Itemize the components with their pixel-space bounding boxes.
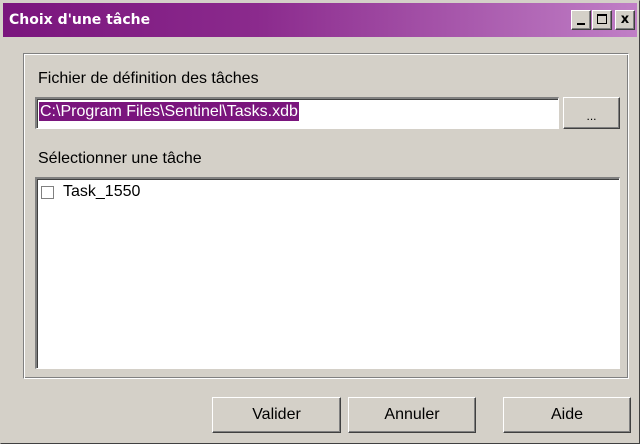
minimize-icon (577, 23, 585, 25)
close-button[interactable]: x (615, 10, 635, 30)
task-checkbox[interactable] (41, 186, 54, 199)
minimize-button[interactable] (571, 10, 591, 30)
annuler-button[interactable]: Annuler (348, 397, 476, 433)
dialog-window: Choix d'une tâche x Fichier de définitio… (0, 0, 640, 444)
file-path-input[interactable]: C:\Program Files\Sentinel\Tasks.xdb (35, 97, 559, 129)
title-bar[interactable]: Choix d'une tâche x (3, 3, 637, 37)
maximize-button[interactable] (592, 10, 612, 30)
task-item-label: Task_1550 (63, 183, 141, 200)
close-icon: x (620, 12, 630, 27)
valider-button[interactable]: Valider (212, 397, 341, 433)
browse-button[interactable]: ... (563, 97, 620, 129)
window-title: Choix d'une tâche (9, 12, 151, 28)
task-listbox[interactable]: Task_1550 (35, 177, 620, 369)
task-select-label: Sélectionner une tâche (38, 150, 202, 167)
aide-button[interactable]: Aide (503, 397, 631, 433)
file-path-value: C:\Program Files\Sentinel\Tasks.xdb (39, 102, 299, 121)
maximize-icon (597, 14, 607, 24)
file-label: Fichier de définition des tâches (38, 70, 259, 87)
